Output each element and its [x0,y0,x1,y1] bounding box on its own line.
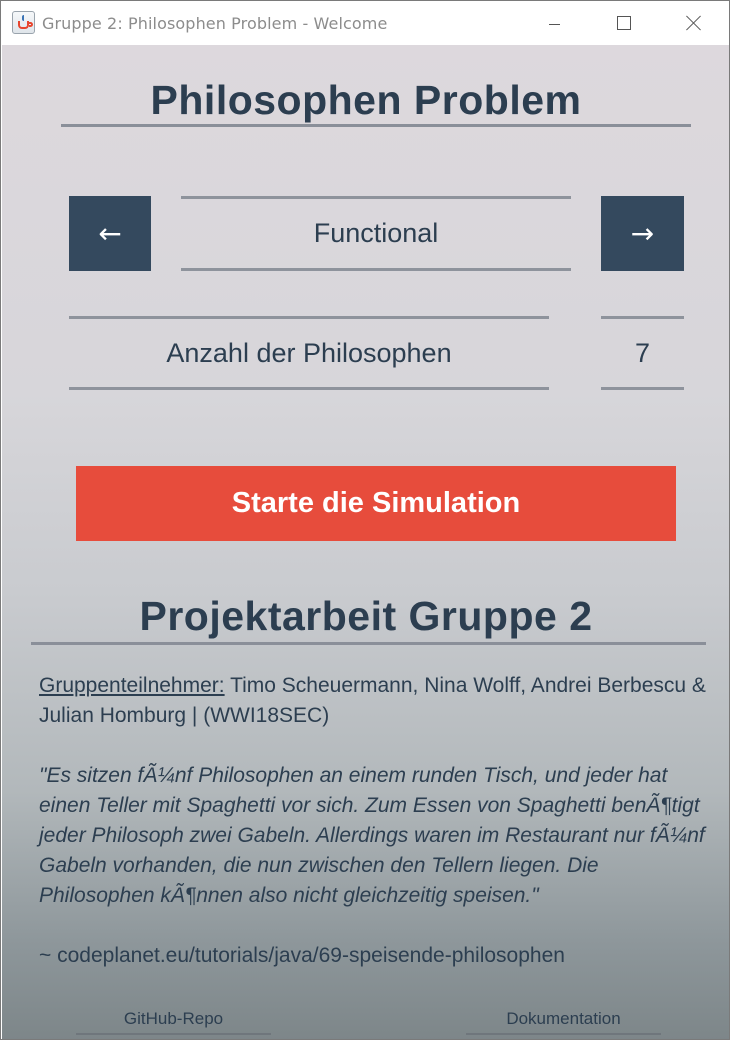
title-divider [61,124,691,127]
project-divider [31,642,706,645]
members-label: Gruppenteilnehmer: [39,674,225,697]
minimize-button[interactable] [531,1,577,45]
maximize-icon [617,16,631,30]
quote-source: ~ codeplanet.eu/tutorials/java/69-speise… [39,944,565,967]
app-window: Gruppe 2: Philosophen Problem - Welcome … [0,0,730,1040]
philosopher-count-label: Anzahl der Philosophen [69,316,549,390]
close-button[interactable] [671,1,717,45]
page-title: Philosophen Problem [150,77,582,123]
philosopher-count-input[interactable]: 7 [601,316,684,390]
minimize-icon [548,23,560,25]
close-icon [686,15,702,31]
title-bar[interactable]: Gruppe 2: Philosophen Problem - Welcome [1,1,729,45]
window-title: Gruppe 2: Philosophen Problem - Welcome [42,14,388,33]
maximize-button[interactable] [601,1,647,45]
next-mode-button[interactable]: → [601,196,684,271]
welcome-panel: Philosophen Problem ← Functional → Anzah… [2,45,729,1039]
github-repo-link[interactable]: GitHub-Repo [76,1009,271,1035]
mode-display: Functional [181,196,571,271]
previous-mode-button[interactable]: ← [69,196,151,271]
start-simulation-button[interactable]: Starte die Simulation [76,466,676,541]
documentation-link[interactable]: Dokumentation [466,1009,661,1035]
java-cup-icon [12,11,35,34]
group-members: Gruppenteilnehmer: Timo Scheuermann, Nin… [39,671,714,731]
problem-quote: "Es sitzen fÃ¼nf Philosophen an einem ru… [39,764,705,907]
project-title: Projektarbeit Gruppe 2 [139,593,593,639]
